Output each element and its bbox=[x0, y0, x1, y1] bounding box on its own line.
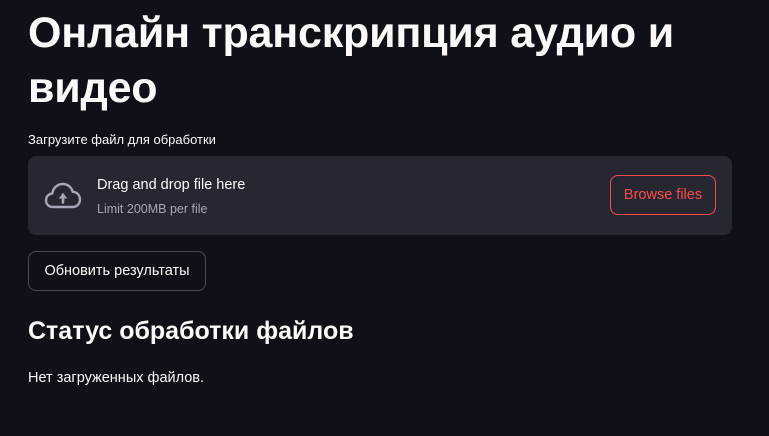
dropzone-size-limit: Limit 200MB per file bbox=[97, 202, 208, 216]
app-page: Онлайн транскрипция аудио и видео Загруз… bbox=[0, 0, 769, 436]
browse-files-button[interactable]: Browse files bbox=[610, 175, 716, 215]
dropzone-instructions: Drag and drop file here bbox=[97, 177, 246, 193]
page-title: Онлайн транскрипция аудио и видео bbox=[28, 9, 674, 112]
file-uploader-label: Загрузите файл для обработки bbox=[28, 132, 216, 147]
cloud-upload-icon bbox=[44, 180, 82, 210]
status-section-title: Статус обработки файлов bbox=[28, 317, 354, 345]
file-dropzone[interactable]: Drag and drop file here Limit 200MB per … bbox=[28, 156, 732, 235]
status-message: Нет загруженных файлов. bbox=[28, 370, 205, 386]
refresh-results-button[interactable]: Обновить результаты bbox=[28, 251, 206, 291]
